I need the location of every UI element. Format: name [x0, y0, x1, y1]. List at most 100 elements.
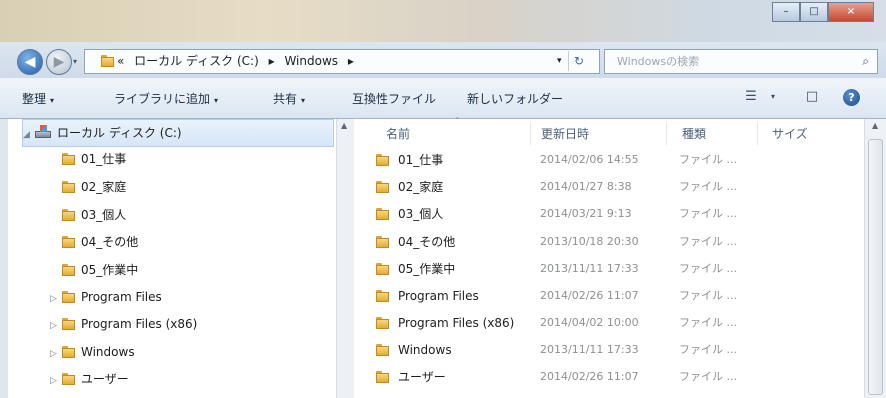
file-name: Program Files (x86) — [398, 316, 515, 330]
compatibility-files-button[interactable]: 互換性ファイル — [352, 90, 436, 107]
file-list: 名前 ⌃ 更新日時 種類 サイズ 01_仕事 2014/02/06 14:55 ファ… — [354, 116, 864, 398]
table-row[interactable]: 04_その他 2013/10/18 20:30 ファイル ... — [354, 229, 864, 255]
breadcrumb-separator[interactable]: ▸ — [269, 54, 275, 68]
collapsed-arrow-icon[interactable]: ▷ — [50, 313, 62, 339]
preview-pane-icon[interactable]: □ — [802, 87, 822, 107]
file-type: ファイル ... — [679, 316, 737, 329]
back-button[interactable]: ◀ — [17, 49, 43, 75]
tree-item-label: Program Files (x86) — [81, 317, 198, 331]
tree-item-label: 05_作業中 — [81, 263, 139, 277]
navigation-pane: ◢ ローカル ディスク (C:) 01_仕事 02_家庭 03_個人 04_その他… — [8, 119, 336, 398]
table-row[interactable]: Windows 2013/11/11 17:33 ファイル ... — [354, 337, 864, 363]
folder-icon — [376, 371, 389, 383]
organize-button[interactable]: 整理 ▾ — [22, 90, 54, 107]
file-type: ファイル ... — [679, 180, 737, 193]
file-date: 2013/11/11 17:33 — [540, 262, 639, 275]
tree-item[interactable]: 03_個人 — [62, 202, 126, 228]
folder-icon — [62, 209, 75, 221]
column-divider[interactable] — [530, 123, 531, 145]
tree-item-label: Windows — [81, 345, 135, 359]
table-row[interactable]: Program Files 2014/02/26 11:07 ファイル ... — [354, 283, 864, 309]
tree-item[interactable]: ▷ Program Files (x86) — [50, 311, 197, 337]
tree-item[interactable]: 05_作業中 — [62, 257, 138, 283]
collapsed-arrow-icon[interactable]: ▷ — [50, 286, 62, 312]
folder-icon — [376, 344, 389, 356]
table-row[interactable]: 02_家庭 2014/01/27 8:38 ファイル ... — [354, 174, 864, 200]
search-input[interactable]: Windowsの検索 ⌕ — [604, 49, 878, 74]
file-list-scrollbar[interactable]: ▲ — [864, 119, 886, 398]
file-type: ファイル ... — [679, 235, 737, 248]
search-placeholder: Windowsの検索 — [617, 55, 700, 68]
collapsed-arrow-icon[interactable]: ▷ — [50, 341, 62, 367]
file-name: 02_家庭 — [398, 180, 444, 194]
folder-icon — [62, 373, 75, 385]
table-row[interactable]: 03_個人 2014/03/21 9:13 ファイル ... — [354, 201, 864, 227]
file-type: ファイル ... — [679, 153, 737, 166]
collapsed-arrow-icon[interactable]: ▷ — [50, 368, 62, 394]
title-bar: – □ × — [0, 0, 886, 42]
expanded-arrow-icon[interactable]: ◢ — [23, 122, 35, 148]
drive-icon — [35, 125, 51, 139]
column-divider[interactable] — [666, 123, 667, 145]
maximize-button[interactable]: □ — [800, 2, 828, 22]
chevron-down-icon: ▾ — [50, 96, 55, 105]
tree-item[interactable]: 01_仕事 — [62, 146, 126, 172]
organize-label: 整理 — [22, 92, 47, 106]
new-folder-button[interactable]: 新しいフォルダー — [467, 90, 563, 107]
column-header-date[interactable]: 更新日時 — [541, 119, 589, 149]
view-dropdown-icon[interactable]: ▾ — [763, 87, 783, 107]
file-date: 2014/04/02 10:00 — [540, 316, 639, 329]
help-icon[interactable]: ? — [843, 89, 860, 106]
tree-item-label: ユーザー — [81, 372, 129, 386]
file-name: 01_仕事 — [398, 153, 444, 167]
folder-icon — [376, 154, 389, 166]
share-label: 共有 — [273, 92, 298, 106]
close-button[interactable]: × — [828, 2, 874, 22]
search-icon[interactable]: ⌕ — [862, 50, 869, 73]
include-in-library-label: ライブラリに追加 — [114, 92, 211, 106]
scrollbar-thumb[interactable] — [868, 139, 883, 395]
breadcrumb-separator[interactable]: ▸ — [348, 54, 354, 68]
breadcrumb-drive[interactable]: ローカル ディスク (C:) — [134, 54, 259, 68]
column-divider[interactable] — [757, 123, 758, 145]
navigation-bar: ◀ ▶ ▾ « ローカル ディスク (C:) ▸ Windows ▸ ▾ ↻ W… — [0, 42, 886, 78]
column-header-size[interactable]: サイズ — [772, 119, 808, 149]
tree-item[interactable]: ▷ Program Files — [50, 284, 162, 310]
navigation-pane-scrollbar[interactable]: ▲ — [336, 119, 356, 398]
scroll-up-icon[interactable]: ▲ — [341, 121, 347, 130]
tree-item[interactable]: 02_家庭 — [62, 174, 126, 200]
table-row[interactable]: 05_作業中 2013/11/11 17:33 ファイル ... — [354, 256, 864, 282]
file-date: 2014/02/26 11:07 — [540, 289, 639, 302]
address-dropdown-icon[interactable]: ▾ — [557, 50, 562, 73]
refresh-icon[interactable]: ↻ — [574, 50, 584, 73]
folder-icon — [62, 181, 75, 193]
tree-item-label: 01_仕事 — [81, 152, 127, 166]
table-row[interactable]: 01_仕事 2014/02/06 14:55 ファイル ... — [354, 147, 864, 173]
folder-icon — [62, 264, 75, 276]
table-row[interactable]: ユーザー 2014/02/26 11:07 ファイル ... — [354, 364, 864, 390]
scroll-up-icon[interactable]: ▲ — [872, 121, 878, 130]
table-row[interactable]: Program Files (x86) 2014/04/02 10:00 ファイル … — [354, 310, 864, 336]
tree-item-label: Program Files — [81, 290, 162, 304]
address-bar[interactable]: « ローカル ディスク (C:) ▸ Windows ▸ ▾ ↻ — [84, 49, 600, 74]
view-options-icon[interactable]: ☰ — [741, 87, 761, 107]
tree-item[interactable]: ▷ ユーザー — [50, 366, 129, 392]
breadcrumb-overflow[interactable]: « — [117, 54, 124, 68]
address-divider — [568, 51, 569, 71]
tree-item[interactable]: 04_その他 — [62, 229, 138, 255]
include-in-library-button[interactable]: ライブラリに追加 ▾ — [114, 90, 218, 107]
column-header-name[interactable]: 名前 — [386, 119, 410, 149]
command-bar: 整理 ▾ ライブラリに追加 ▾ 共有 ▾ 互換性ファイル 新しいフォルダー ☰ ▾ □… — [0, 78, 886, 119]
column-header-type[interactable]: 種類 — [682, 119, 706, 149]
folder-icon — [376, 263, 389, 275]
recent-pages-dropdown[interactable]: ▾ — [73, 57, 77, 66]
file-type: ファイル ... — [679, 343, 737, 356]
file-name: 04_その他 — [398, 235, 456, 249]
share-button[interactable]: 共有 ▾ — [273, 90, 305, 107]
tree-item-local-disk[interactable]: ◢ ローカル ディスク (C:) — [22, 119, 334, 147]
tree-item[interactable]: ▷ Windows — [50, 339, 135, 365]
breadcrumb-windows[interactable]: Windows — [284, 54, 338, 68]
minimize-button[interactable]: – — [772, 2, 800, 22]
forward-button[interactable]: ▶ — [46, 49, 72, 75]
folder-icon — [376, 181, 389, 193]
